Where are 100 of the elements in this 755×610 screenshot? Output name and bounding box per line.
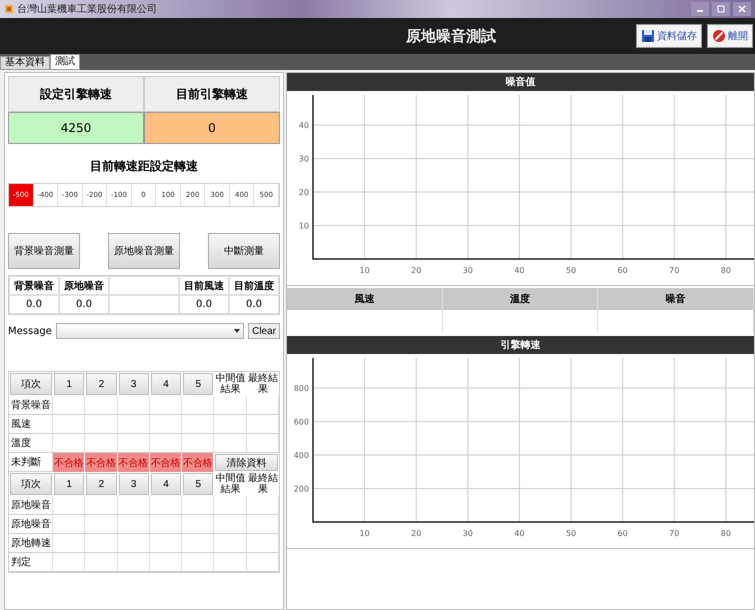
result-cell: 不合格 <box>182 453 214 472</box>
clear-button[interactable]: Clear <box>248 323 280 339</box>
table-cell <box>246 396 279 415</box>
table-cell <box>150 534 182 553</box>
column-button[interactable]: 4 <box>150 473 182 495</box>
axis-tick-label: 30 <box>462 266 473 275</box>
axis-tick-label: 20 <box>411 529 422 538</box>
maximize-icon <box>717 5 725 13</box>
axis-tick-label: 200 <box>294 484 309 494</box>
row-label: 溫度 <box>9 434 53 453</box>
table-cell <box>150 515 182 534</box>
table-cell: 0.0 <box>179 295 229 314</box>
clear-data-button[interactable]: 清除資料 <box>215 454 278 471</box>
axis-tick-label: 30 <box>462 529 473 538</box>
column-button[interactable]: 5 <box>183 473 214 495</box>
table-cell <box>182 396 214 415</box>
table-cell <box>85 396 118 415</box>
table-cell <box>150 553 182 572</box>
axis-tick-label: 20 <box>411 266 422 275</box>
table-cell <box>109 276 179 295</box>
table-cell <box>118 396 150 415</box>
column-header: 目前風速 <box>179 276 229 295</box>
axis-tick-label: 400 <box>294 451 309 460</box>
table-cell <box>85 496 118 515</box>
column-button[interactable]: 3 <box>118 373 149 395</box>
table-cell <box>214 396 247 415</box>
column-button[interactable]: 2 <box>86 473 117 495</box>
table-cell <box>246 415 279 434</box>
table-cell <box>118 534 150 553</box>
measure-button[interactable]: 中斷測量 <box>208 233 280 269</box>
row-label: 原地噪音 <box>9 515 53 534</box>
measure-button[interactable]: 背景噪音測量 <box>8 233 80 269</box>
axis-tick-label: 60 <box>618 529 628 538</box>
table-cell <box>85 553 118 572</box>
chart-title: 引擎轉速 <box>287 336 754 354</box>
table-cell <box>85 515 118 534</box>
column-button[interactable]: 5 <box>183 373 214 395</box>
table-cell: 0.0 <box>59 295 109 314</box>
tab[interactable]: 測試 <box>50 54 80 70</box>
table-cell <box>182 553 214 572</box>
table-cell <box>53 396 86 415</box>
axis-tick-label: 600 <box>294 418 309 427</box>
table-cell <box>53 515 86 534</box>
table-cell: 0.0 <box>9 295 59 314</box>
table-cell <box>118 496 150 515</box>
column-header: 中間值結果 <box>214 372 247 396</box>
axis-tick-label: 40 <box>514 529 525 538</box>
message-dropdown[interactable] <box>56 323 244 339</box>
table-cell <box>150 496 182 515</box>
row-label: 背景噪音 <box>9 396 53 415</box>
table-cell: 0.0 <box>229 295 279 314</box>
column-button[interactable]: 1 <box>54 473 84 495</box>
table-cell <box>85 534 118 553</box>
tab[interactable]: 基本資料 <box>0 56 50 70</box>
message-label: Message <box>8 326 52 336</box>
exit-button[interactable]: 離開 <box>707 24 753 48</box>
table-cell <box>53 534 86 553</box>
column-header: 風速 <box>287 288 443 310</box>
table-cell <box>118 415 150 434</box>
current-rpm-value: 0 <box>144 112 280 144</box>
caret-icon <box>234 329 240 333</box>
table-cell <box>214 515 247 534</box>
axis-tick-label: 10 <box>360 266 370 275</box>
column-button[interactable]: 項次 <box>10 473 52 495</box>
column-button[interactable]: 1 <box>54 373 84 395</box>
column-header: 最終結果 <box>246 372 279 396</box>
axis-tick-label: 70 <box>669 529 680 538</box>
close-button[interactable] <box>733 2 751 16</box>
table-cell <box>214 553 247 572</box>
current-rpm-label: 目前引擎轉速 <box>144 76 280 112</box>
measure-button[interactable]: 原地噪音測量 <box>108 233 180 269</box>
table-cell <box>109 295 179 314</box>
column-button[interactable]: 3 <box>118 473 149 495</box>
axis-tick-label: 40 <box>298 121 309 130</box>
column-button[interactable]: 2 <box>86 373 117 395</box>
result-cell: 不合格 <box>85 453 118 472</box>
column-button[interactable]: 4 <box>150 373 182 395</box>
table-cell <box>118 515 150 534</box>
axis-tick-label: 50 <box>566 529 576 538</box>
result-cell: 不合格 <box>118 453 150 472</box>
table-cell <box>182 515 214 534</box>
column-button[interactable]: 項次 <box>10 373 52 395</box>
table-cell <box>182 534 214 553</box>
save-button[interactable]: 資料儲存 <box>636 24 702 48</box>
axis-tick-label: 60 <box>618 266 628 275</box>
row-label: 風速 <box>9 415 53 434</box>
result-cell: 不合格 <box>150 453 182 472</box>
row-label: 判定 <box>9 553 53 572</box>
maximize-button[interactable] <box>712 2 730 16</box>
axis-tick-label: 50 <box>566 266 576 275</box>
table-cell <box>246 434 279 453</box>
axis-tick-label: 30 <box>298 154 309 164</box>
table-cell <box>214 534 247 553</box>
minimize-button[interactable] <box>691 2 709 16</box>
column-header: 背景噪音 <box>9 276 59 295</box>
axis-tick-label: 80 <box>720 266 731 275</box>
column-header: 溫度 <box>442 288 598 310</box>
deviation-title: 目前轉速距設定轉速 <box>89 158 199 175</box>
axis-tick-label: 70 <box>669 266 680 275</box>
axis-tick-label: 10 <box>298 222 309 231</box>
